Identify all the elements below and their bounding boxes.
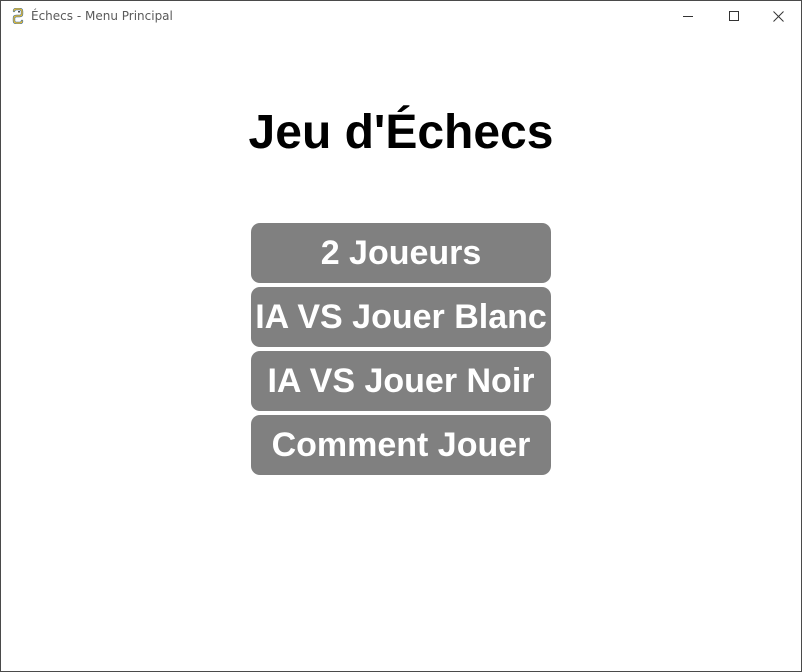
how-to-play-button-label: Comment Jouer (271, 426, 531, 464)
window-title: Échecs - Menu Principal (31, 9, 173, 23)
ai-vs-black-button[interactable]: IA VS Jouer Noir (251, 351, 551, 411)
how-to-play-button[interactable]: Comment Jouer (251, 415, 551, 475)
ai-vs-white-button-label: IA VS Jouer Blanc (255, 298, 547, 336)
close-button[interactable] (755, 1, 801, 31)
title-bar[interactable]: Échecs - Menu Principal (1, 1, 801, 31)
maximize-button[interactable] (711, 1, 757, 31)
minimize-icon (683, 11, 693, 21)
page-title: Jeu d'Échecs (248, 106, 554, 159)
minimize-button[interactable] (665, 1, 711, 31)
maximize-icon (729, 11, 739, 21)
ai-vs-white-button[interactable]: IA VS Jouer Blanc (251, 287, 551, 347)
two-players-button[interactable]: 2 Joueurs (251, 223, 551, 283)
pygame-snake-icon (10, 7, 26, 25)
app-window: Échecs - Menu Principal Jeu d'Échecs 2 J… (0, 0, 802, 672)
close-icon (772, 10, 784, 22)
two-players-button-label: 2 Joueurs (320, 234, 482, 272)
ai-vs-black-button-label: IA VS Jouer Noir (267, 362, 535, 400)
